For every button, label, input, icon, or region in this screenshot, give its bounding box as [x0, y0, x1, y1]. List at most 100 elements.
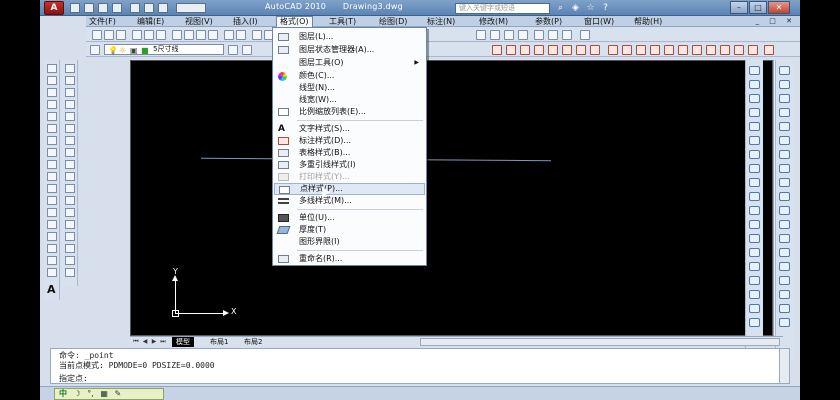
- menu-item-drawing-limits[interactable]: 图形界限(I): [274, 236, 425, 248]
- dim-diameter-icon[interactable]: [576, 45, 586, 55]
- block-icon[interactable]: [562, 30, 572, 40]
- layer-properties-icon[interactable]: [90, 45, 100, 55]
- dim-linear-icon[interactable]: [492, 45, 502, 55]
- dim-break-icon[interactable]: [664, 45, 674, 55]
- properties-icon[interactable]: [65, 268, 75, 277]
- communication-icon[interactable]: ◈: [570, 3, 581, 13]
- layer-dropdown[interactable]: 💡 ☼ ▣ ■ 5尺寸线: [104, 44, 224, 55]
- dim-quick-icon[interactable]: [608, 45, 618, 55]
- dim-radius-icon[interactable]: [548, 45, 558, 55]
- rectangle-icon[interactable]: [47, 112, 57, 121]
- dim-space-icon[interactable]: [650, 45, 660, 55]
- menu-item-lineweight[interactable]: 线宽(W)...: [274, 94, 425, 106]
- menu-edit[interactable]: 编辑(E): [134, 16, 167, 27]
- snap-center-icon[interactable]: [749, 150, 760, 159]
- save-icon[interactable]: [116, 30, 126, 40]
- copy-icon[interactable]: [184, 30, 194, 40]
- new-icon[interactable]: [92, 30, 102, 40]
- view-front-icon[interactable]: [779, 122, 790, 131]
- view-se-iso-icon[interactable]: [779, 164, 790, 173]
- inspect-icon[interactable]: [706, 45, 716, 55]
- snap-extension-icon[interactable]: [749, 136, 760, 145]
- menu-dimension[interactable]: 标注(N): [424, 16, 458, 27]
- menu-item-linetype[interactable]: 线型(N)...: [274, 82, 425, 94]
- line-icon[interactable]: [47, 64, 57, 73]
- undo-icon[interactable]: [224, 30, 234, 40]
- ucs-origin-icon[interactable]: [749, 318, 760, 327]
- undo-icon[interactable]: [130, 3, 140, 13]
- menu-tools[interactable]: 工具(T): [326, 16, 359, 27]
- menu-item-layer-tools[interactable]: 图层工具(O) ▶: [274, 57, 425, 69]
- publish-icon[interactable]: [156, 30, 166, 40]
- search-input[interactable]: 键入关键字或短语: [455, 3, 550, 14]
- array-icon[interactable]: [65, 112, 75, 121]
- view-back-icon[interactable]: [779, 136, 790, 145]
- paste-icon[interactable]: [196, 30, 206, 40]
- tolerance-icon[interactable]: [678, 45, 688, 55]
- snap-node-icon[interactable]: [749, 234, 760, 243]
- scale-icon[interactable]: [65, 148, 75, 157]
- erase-icon[interactable]: [65, 64, 75, 73]
- redo-icon[interactable]: [236, 30, 246, 40]
- mirror-icon[interactable]: [65, 88, 75, 97]
- snap-none-icon[interactable]: [749, 262, 760, 271]
- view-right-icon[interactable]: [779, 108, 790, 117]
- zoom-all-icon[interactable]: [779, 248, 790, 257]
- center-mark-icon[interactable]: [692, 45, 702, 55]
- menu-view[interactable]: 视图(V): [182, 16, 216, 27]
- gradient-icon[interactable]: [47, 244, 57, 253]
- ime-mode[interactable]: 中: [59, 389, 67, 398]
- menu-insert[interactable]: 插入(I): [230, 16, 261, 27]
- zoom-extents-icon[interactable]: [779, 234, 790, 243]
- menu-parametric[interactable]: 参数(P): [532, 16, 565, 27]
- dim-text-edit-icon[interactable]: [748, 45, 758, 55]
- dim-angular-icon[interactable]: [590, 45, 600, 55]
- extend-icon[interactable]: [65, 184, 75, 193]
- trim-icon[interactable]: [65, 172, 75, 181]
- view-top-icon[interactable]: [779, 66, 790, 75]
- circle-icon[interactable]: [47, 136, 57, 145]
- polygon-icon[interactable]: [47, 100, 57, 109]
- maximize-button[interactable]: □: [749, 1, 767, 14]
- redo-icon[interactable]: [144, 3, 154, 13]
- command-window[interactable]: 命令: _point 当前点模式: PDMODE=0 PDSIZE=0.0000…: [50, 348, 790, 384]
- multiline-text-icon[interactable]: A: [47, 283, 56, 296]
- view-sw-iso-icon[interactable]: [779, 150, 790, 159]
- close-button[interactable]: ✕: [768, 1, 790, 14]
- snap-apparent-icon[interactable]: [749, 122, 760, 131]
- menu-file[interactable]: 文件(F): [86, 16, 119, 27]
- dim-arc-icon[interactable]: [520, 45, 530, 55]
- break-at-point-icon[interactable]: [65, 196, 75, 205]
- regen-icon[interactable]: [779, 290, 790, 299]
- ucs-icon[interactable]: [749, 290, 760, 299]
- save-icon[interactable]: [98, 3, 108, 13]
- punctuation-icon[interactable]: °,: [87, 389, 94, 398]
- snap-parallel-icon[interactable]: [749, 206, 760, 215]
- open-icon[interactable]: [84, 3, 94, 13]
- stretch-icon[interactable]: [65, 160, 75, 169]
- mleader-icon[interactable]: [518, 30, 528, 40]
- table-icon[interactable]: [47, 268, 57, 277]
- menu-item-dim-style[interactable]: 标注样式(D)...: [274, 135, 425, 147]
- command-prompt[interactable]: 指定点:: [59, 373, 88, 384]
- menu-window[interactable]: 窗口(W): [581, 16, 617, 27]
- menu-draw[interactable]: 绘图(D): [376, 16, 410, 27]
- snap-nearest-icon[interactable]: [749, 248, 760, 257]
- dimstyle-icon[interactable]: [490, 30, 500, 40]
- xref-icon[interactable]: [534, 30, 544, 40]
- hatch-icon[interactable]: [47, 232, 57, 241]
- join-icon[interactable]: [65, 220, 75, 229]
- named-views-icon[interactable]: [779, 304, 790, 313]
- last-tab-icon[interactable]: ⏭: [159, 338, 167, 346]
- polyline-icon[interactable]: [47, 88, 57, 97]
- construction-line-icon[interactable]: [47, 76, 57, 85]
- cut-icon[interactable]: [172, 30, 182, 40]
- table-icon[interactable]: [504, 30, 514, 40]
- menu-help[interactable]: 帮助(H): [631, 16, 665, 27]
- camera-icon[interactable]: [779, 318, 790, 327]
- new-icon[interactable]: [70, 3, 80, 13]
- keyboard-icon[interactable]: ▦: [100, 389, 108, 398]
- menu-item-layer-state-manager[interactable]: 图层状态管理器(A)...: [274, 44, 425, 56]
- zoom-out-icon[interactable]: [779, 276, 790, 285]
- snap-quadrant-icon[interactable]: [749, 164, 760, 173]
